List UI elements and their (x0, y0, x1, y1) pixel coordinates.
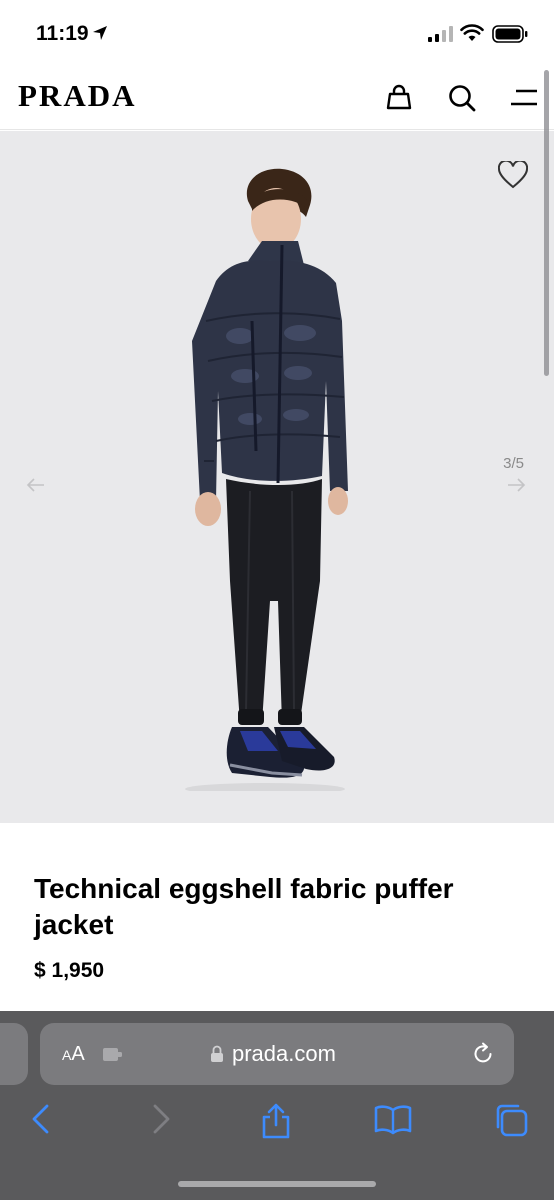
search-icon[interactable] (448, 84, 476, 112)
menu-icon[interactable] (510, 88, 538, 108)
site-header: PRADA (0, 64, 554, 130)
scroll-indicator[interactable] (544, 70, 549, 376)
browser-toolbar: AA prada.com (0, 1011, 554, 1200)
back-icon[interactable] (30, 1103, 52, 1135)
arrow-left-icon[interactable] (26, 477, 46, 493)
signal-icon (428, 26, 453, 42)
product-info: Technical eggshell fabric puffer jacket … (0, 823, 554, 1011)
product-price: $ 1,950 (34, 959, 105, 982)
arrow-right-icon[interactable] (506, 477, 526, 493)
extension-icon[interactable] (102, 1045, 124, 1063)
lock-icon (211, 1045, 223, 1062)
previous-tab-pill[interactable] (0, 1023, 28, 1085)
bookmarks-icon[interactable] (374, 1103, 412, 1135)
home-indicator (178, 1181, 376, 1187)
product-title: Technical eggshell fabric puffer jacket (34, 873, 454, 940)
forward-icon[interactable] (150, 1103, 172, 1135)
shopping-bag-icon[interactable] (386, 84, 412, 110)
location-arrow-icon (93, 26, 107, 40)
reader-settings-button[interactable]: AA (62, 1043, 85, 1066)
product-photo (185, 168, 348, 791)
heart-icon[interactable] (498, 161, 528, 189)
battery-icon (492, 25, 528, 43)
wifi-icon (460, 24, 484, 41)
url-text: prada.com (232, 1041, 336, 1066)
status-bar: 11:19 (0, 0, 554, 64)
brand-logo[interactable]: PRADA (18, 78, 137, 114)
address-bar[interactable]: AA prada.com (40, 1023, 514, 1085)
reload-icon[interactable] (470, 1041, 496, 1067)
tabs-icon[interactable] (494, 1103, 528, 1137)
share-icon[interactable] (260, 1103, 292, 1139)
product-image-gallery[interactable]: 3/5 (0, 131, 554, 823)
status-time: 11:19 (36, 22, 89, 45)
image-counter: 3/5 (503, 455, 524, 472)
